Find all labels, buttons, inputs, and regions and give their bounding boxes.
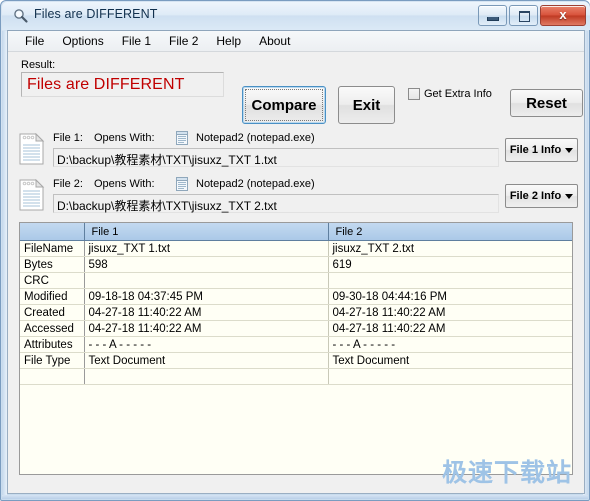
notepad-icon — [174, 176, 190, 192]
row-label-modified: Modified — [20, 288, 85, 305]
table-row[interactable]: File Type Text Document Text Document — [20, 352, 572, 369]
cell-file1-empty — [84, 368, 329, 385]
cell-file2-modified: 09-30-18 04:44:16 PM — [328, 288, 572, 305]
get-extra-info-checkbox[interactable]: Get Extra Info — [408, 88, 492, 100]
column-header-file-1[interactable]: File 1 — [84, 223, 329, 241]
table-row[interactable]: CRC — [20, 272, 572, 289]
column-header-corner[interactable] — [20, 223, 85, 241]
menu-item-about[interactable]: About — [250, 32, 299, 51]
cell-file1-created: 04-27-18 11:40:22 AM — [84, 304, 329, 321]
file-2-info-button[interactable]: File 2 Info — [505, 184, 578, 208]
window-title: Files are DIFFERENT — [34, 7, 158, 21]
file-1-info-button[interactable]: File 1 Info — [505, 138, 578, 162]
file-2-path-field[interactable]: D:\backup\教程素材\TXT\jisuxz_TXT 2.txt — [53, 194, 499, 213]
table-row[interactable]: Modified 09-18-18 04:37:45 PM 09-30-18 0… — [20, 288, 572, 305]
menu-item-help[interactable]: Help — [207, 32, 250, 51]
chevron-down-icon — [565, 147, 574, 153]
file-2-row: File 2: Opens With: Notepad2 (notepad.ex… — [8, 176, 584, 218]
document-icon — [19, 178, 45, 211]
file-2-opens-with-label: Opens With: — [94, 178, 155, 190]
reset-button[interactable]: Reset — [510, 89, 583, 117]
file-2-path-text: D:\backup\教程素材\TXT\jisuxz_TXT 2.txt — [57, 199, 277, 213]
column-header-file-2[interactable]: File 2 — [328, 223, 572, 241]
cell-file1-attributes: - - - A - - - - - — [84, 336, 329, 353]
file-2-label: File 2: — [53, 178, 83, 190]
file-1-path-field[interactable]: D:\backup\教程素材\TXT\jisuxz_TXT 1.txt — [53, 148, 499, 167]
maximize-icon — [519, 11, 530, 22]
close-button[interactable]: x — [540, 5, 586, 26]
table-header-row: File 1 File 2 — [20, 223, 572, 241]
table-row[interactable]: Attributes - - - A - - - - - - - - A - -… — [20, 336, 572, 353]
get-extra-info-label: Get Extra Info — [424, 88, 492, 100]
table-row[interactable]: Created 04-27-18 11:40:22 AM 04-27-18 11… — [20, 304, 572, 321]
cell-file2-created: 04-27-18 11:40:22 AM — [328, 304, 572, 321]
minimize-button[interactable] — [478, 5, 507, 26]
menu-bar: File Options File 1 File 2 Help About — [8, 31, 584, 52]
window-edge-bottom — [2, 495, 588, 499]
file-2-info-label: File 2 Info — [509, 190, 562, 202]
table-row[interactable]: Accessed 04-27-18 11:40:22 AM 04-27-18 1… — [20, 320, 572, 337]
close-icon: x — [559, 7, 567, 22]
row-label-attributes: Attributes — [20, 336, 85, 353]
cell-file1-filename: jisuxz_TXT 1.txt — [84, 240, 329, 257]
minimize-icon — [487, 17, 499, 21]
result-label: Result: — [21, 59, 56, 71]
table-row[interactable]: Bytes 598 619 — [20, 256, 572, 273]
file-1-label: File 1: — [53, 132, 83, 144]
cell-file2-filename: jisuxz_TXT 2.txt — [328, 240, 572, 257]
row-label-created: Created — [20, 304, 85, 321]
table-body: FileName jisuxz_TXT 1.txt jisuxz_TXT 2.t… — [20, 240, 572, 385]
cell-file1-file-type: Text Document — [84, 352, 329, 369]
file-1-application: Notepad2 (notepad.exe) — [196, 132, 315, 144]
file-2-application: Notepad2 (notepad.exe) — [196, 178, 315, 190]
file-1-opens-with-label: Opens With: — [94, 132, 155, 144]
row-label-crc: CRC — [20, 272, 85, 289]
row-label-empty — [20, 368, 85, 385]
result-box: Files are DIFFERENT — [21, 72, 224, 97]
maximize-button[interactable] — [509, 5, 538, 26]
menu-item-file-1[interactable]: File 1 — [113, 32, 160, 51]
title-bar: Files are DIFFERENT x — [2, 2, 590, 30]
exit-button[interactable]: Exit — [338, 86, 395, 124]
application-window: Files are DIFFERENT x File Options File … — [0, 0, 590, 501]
cell-file2-crc — [328, 272, 572, 289]
cell-file1-bytes: 598 — [84, 256, 329, 273]
comparison-grid[interactable]: File 1 File 2 FileName jisuxz_TXT 1.txt … — [19, 222, 573, 475]
file-1-path-text: D:\backup\教程素材\TXT\jisuxz_TXT 1.txt — [57, 153, 277, 167]
checkbox-box[interactable] — [408, 88, 420, 100]
result-value: Files are DIFFERENT — [27, 76, 185, 93]
document-icon — [19, 132, 45, 165]
row-label-file-type: File Type — [20, 352, 85, 369]
cell-file2-empty — [328, 368, 572, 385]
notepad-icon — [174, 130, 190, 146]
comparison-table: File 1 File 2 FileName jisuxz_TXT 1.txt … — [20, 223, 572, 385]
site-watermark: 极速下载站 — [441, 458, 572, 487]
cell-file2-bytes: 619 — [328, 256, 572, 273]
file-1-row: File 1: Opens With: Notepad2 (notepad.ex… — [8, 130, 584, 172]
table-row[interactable]: FileName jisuxz_TXT 1.txt jisuxz_TXT 2.t… — [20, 240, 572, 257]
cell-file1-crc — [84, 272, 329, 289]
cell-file1-accessed: 04-27-18 11:40:22 AM — [84, 320, 329, 337]
cell-file2-accessed: 04-27-18 11:40:22 AM — [328, 320, 572, 337]
client-area: File Options File 1 File 2 Help About Re… — [7, 30, 585, 494]
cell-file2-file-type: Text Document — [328, 352, 572, 369]
cell-file1-modified: 09-18-18 04:37:45 PM — [84, 288, 329, 305]
menu-item-file-2[interactable]: File 2 — [160, 32, 207, 51]
compare-button[interactable]: Compare — [242, 86, 326, 124]
window-controls: x — [478, 5, 586, 26]
table-row[interactable] — [20, 368, 572, 385]
chevron-down-icon — [565, 193, 574, 199]
menu-item-file[interactable]: File — [16, 32, 53, 51]
cell-file2-attributes: - - - A - - - - - — [328, 336, 572, 353]
magnifier-icon — [13, 8, 29, 24]
row-label-filename: FileName — [20, 240, 85, 257]
row-label-bytes: Bytes — [20, 256, 85, 273]
file-1-info-label: File 1 Info — [509, 144, 562, 156]
menu-item-options[interactable]: Options — [53, 32, 112, 51]
row-label-accessed: Accessed — [20, 320, 85, 337]
